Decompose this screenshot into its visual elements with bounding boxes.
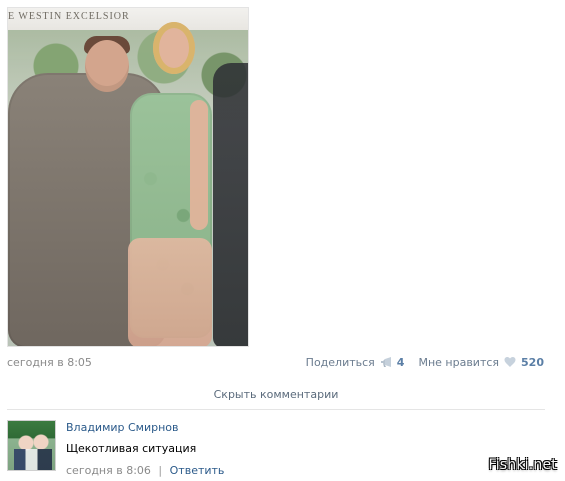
photo-legs xyxy=(128,238,212,346)
post-meta-row: сегодня в 8:05 Поделиться 4 Мне нравится… xyxy=(7,355,552,373)
post-time: сегодня в 8:05 xyxy=(7,356,92,369)
share-count: 4 xyxy=(396,355,405,369)
reply-link[interactable]: Ответить xyxy=(170,464,225,477)
post-photo[interactable]: E WESTIN EXCELSIOR xyxy=(7,7,249,347)
photo-man-head xyxy=(85,40,129,92)
comment-body: Владимир Смирнов Щекотливая ситуация сег… xyxy=(66,420,446,477)
like-button[interactable]: Мне нравится 520 xyxy=(418,355,544,369)
comment-author[interactable]: Владимир Смирнов xyxy=(66,421,446,434)
heart-icon xyxy=(503,355,517,369)
comment-meta: сегодня в 8:06 | Ответить xyxy=(66,464,446,477)
comment-meta-separator: | xyxy=(158,464,163,477)
comment-item: Владимир Смирнов Щекотливая ситуация сег… xyxy=(7,420,562,477)
photo-people-right xyxy=(213,63,248,346)
comment-time: сегодня в 8:06 xyxy=(66,464,151,477)
photo-banner: E WESTIN EXCELSIOR xyxy=(8,8,248,30)
comment-text: Щекотливая ситуация xyxy=(66,442,197,455)
photo-woman-head xyxy=(153,22,195,74)
megaphone-icon xyxy=(379,355,393,369)
like-count: 520 xyxy=(521,355,544,369)
comment-avatar[interactable] xyxy=(7,420,56,471)
like-label: Мне нравится xyxy=(418,355,500,369)
comments-divider xyxy=(7,409,545,410)
watermark-logo: Fishki.net xyxy=(488,457,557,473)
post-actions: Поделиться 4 Мне нравится 520 xyxy=(306,355,544,369)
banner-text: E WESTIN EXCELSIOR xyxy=(8,11,130,22)
share-button[interactable]: Поделиться 4 xyxy=(306,355,405,369)
hide-comments-link[interactable]: Скрыть комментарии xyxy=(0,388,552,401)
photo-woman-arm xyxy=(190,100,208,230)
share-label: Поделиться xyxy=(305,355,375,369)
